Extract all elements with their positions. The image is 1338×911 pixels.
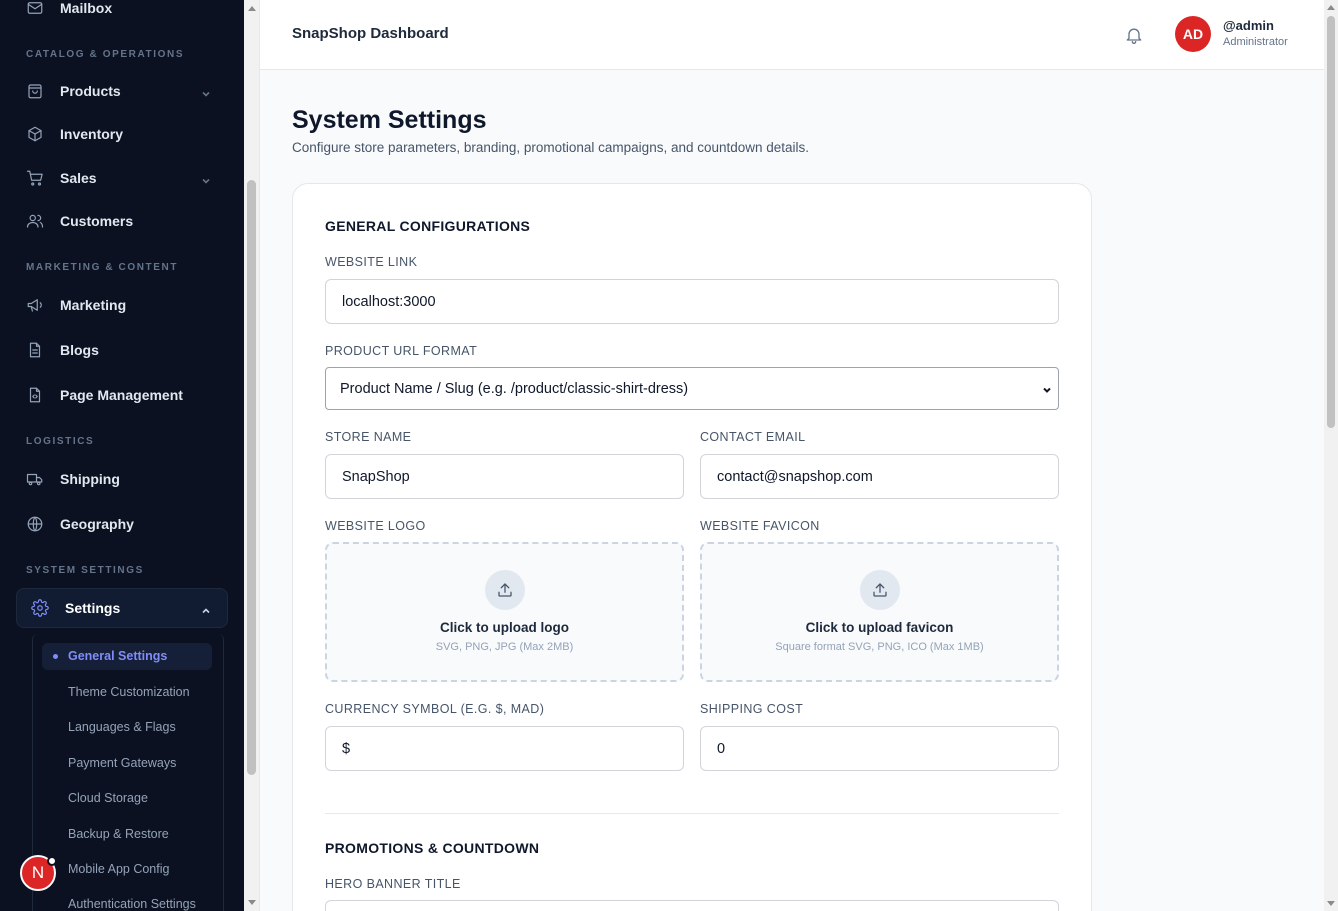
sidebar-item-inventory[interactable]: Inventory	[26, 125, 123, 143]
submenu-item-general-settings[interactable]: General Settings	[68, 649, 167, 663]
scroll-up-arrow[interactable]	[1327, 5, 1335, 10]
submenu-item-backup-restore[interactable]: Backup & Restore	[68, 827, 169, 841]
chevron-down-icon[interactable]	[201, 86, 211, 97]
megaphone-icon	[26, 296, 44, 314]
section-label-marketing: MARKETING & CONTENT	[26, 262, 179, 273]
sidebar-item-geography[interactable]: Geography	[26, 515, 134, 533]
scroll-up-arrow[interactable]	[248, 6, 256, 11]
favicon-upload-hint: Square format SVG, PNG, ICO (Max 1MB)	[775, 641, 984, 653]
chevron-up-icon[interactable]	[201, 603, 211, 614]
label-hero-banner-title: HERO BANNER TITLE	[325, 877, 461, 891]
section-divider	[325, 813, 1059, 814]
badge-indicator-dot	[47, 856, 57, 866]
sidebar-item-settings[interactable]: Settings	[31, 599, 120, 617]
chevron-down-icon[interactable]	[201, 173, 211, 184]
website-link-input[interactable]: localhost:3000	[325, 279, 1059, 324]
logo-upload-dropzone[interactable]: Click to upload logo SVG, PNG, JPG (Max …	[325, 542, 684, 682]
file-code-icon	[26, 386, 44, 404]
sidebar-scrollbar-thumb[interactable]	[247, 180, 256, 775]
scroll-down-arrow[interactable]	[1327, 901, 1335, 906]
document-icon	[26, 341, 44, 359]
label-shipping-cost: SHIPPING COST	[700, 702, 804, 716]
label-currency-symbol: CURRENCY SYMBOL (E.G. $, MAD)	[325, 702, 545, 716]
logo-upload-title: Click to upload logo	[440, 620, 569, 635]
chevron-down-icon	[1042, 383, 1052, 393]
submenu-item-authentication-settings[interactable]: Authentication Settings	[68, 897, 196, 911]
sidebar: Mailbox CATALOG & OPERATIONS Products In…	[0, 0, 244, 911]
label-website-logo: WEBSITE LOGO	[325, 519, 426, 533]
shipping-cost-input[interactable]: 0	[700, 726, 1059, 771]
label-contact-email: CONTACT EMAIL	[700, 430, 806, 444]
top-header: SnapShop Dashboard AD @admin Administrat…	[260, 0, 1324, 70]
sidebar-item-page-management[interactable]: Page Management	[26, 386, 183, 404]
label-product-url-format: PRODUCT URL FORMAT	[325, 344, 478, 358]
upload-icon	[484, 570, 525, 610]
sidebar-item-products[interactable]: Products	[26, 82, 121, 100]
product-url-format-select[interactable]: Product Name / Slug (e.g. /product/class…	[325, 367, 1059, 410]
sidebar-item-shipping[interactable]: Shipping	[26, 470, 120, 488]
section-title-general: GENERAL CONFIGURATIONS	[325, 218, 531, 234]
gear-icon	[31, 599, 49, 617]
sidebar-item-marketing[interactable]: Marketing	[26, 296, 126, 314]
globe-icon	[26, 515, 44, 533]
user-role: Administrator	[1223, 36, 1288, 48]
section-title-promotions: PROMOTIONS & COUNTDOWN	[325, 840, 540, 856]
submenu-item-payment-gateways[interactable]: Payment Gateways	[68, 756, 176, 770]
submenu-item-cloud-storage[interactable]: Cloud Storage	[68, 791, 148, 805]
logo-upload-hint: SVG, PNG, JPG (Max 2MB)	[435, 641, 574, 653]
bag-icon	[26, 82, 44, 100]
page-subtitle: Configure store parameters, branding, pr…	[292, 140, 810, 155]
box-icon	[26, 125, 44, 143]
contact-email-input[interactable]: contact@snapshop.com	[700, 454, 1059, 499]
avatar[interactable]: AD	[1175, 16, 1211, 52]
mail-icon	[26, 0, 44, 17]
currency-symbol-input[interactable]: $	[325, 726, 684, 771]
users-icon	[26, 212, 44, 230]
page-scrollbar[interactable]	[1324, 0, 1338, 911]
label-website-link: WEBSITE LINK	[325, 255, 418, 269]
label-website-favicon: WEBSITE FAVICON	[700, 519, 820, 533]
bell-icon[interactable]	[1124, 24, 1144, 46]
product-url-format-value: Product Name / Slug (e.g. /product/class…	[340, 380, 689, 397]
active-dot	[53, 654, 58, 659]
user-name[interactable]: @admin	[1223, 18, 1274, 33]
page-scrollbar-thumb[interactable]	[1327, 16, 1335, 428]
hero-banner-title-input[interactable]	[325, 900, 1059, 911]
submenu-item-theme-customization[interactable]: Theme Customization	[68, 685, 190, 699]
scroll-down-arrow[interactable]	[248, 900, 256, 905]
store-name-input[interactable]: SnapShop	[325, 454, 684, 499]
favicon-upload-title: Click to upload favicon	[805, 620, 954, 635]
section-label-catalog: CATALOG & OPERATIONS	[26, 49, 185, 60]
label-store-name: STORE NAME	[325, 430, 412, 444]
upload-icon	[859, 570, 900, 610]
page-title: System Settings	[292, 106, 487, 134]
sidebar-item-mailbox[interactable]: Mailbox	[26, 0, 112, 17]
section-label-logistics: LOGISTICS	[26, 436, 95, 447]
sidebar-scrollbar[interactable]	[244, 0, 260, 911]
section-label-system: SYSTEM SETTINGS	[26, 565, 144, 576]
header-title: SnapShop Dashboard	[292, 25, 449, 42]
truck-icon	[26, 470, 44, 488]
sidebar-item-blogs[interactable]: Blogs	[26, 341, 99, 359]
submenu-item-languages-flags[interactable]: Languages & Flags	[68, 720, 176, 734]
sidebar-item-sales[interactable]: Sales	[26, 169, 97, 187]
submenu-item-mobile-app-config[interactable]: Mobile App Config	[68, 862, 169, 876]
favicon-upload-dropzone[interactable]: Click to upload favicon Square format SV…	[700, 542, 1059, 682]
sidebar-item-customers[interactable]: Customers	[26, 212, 133, 230]
cart-icon	[26, 169, 44, 187]
